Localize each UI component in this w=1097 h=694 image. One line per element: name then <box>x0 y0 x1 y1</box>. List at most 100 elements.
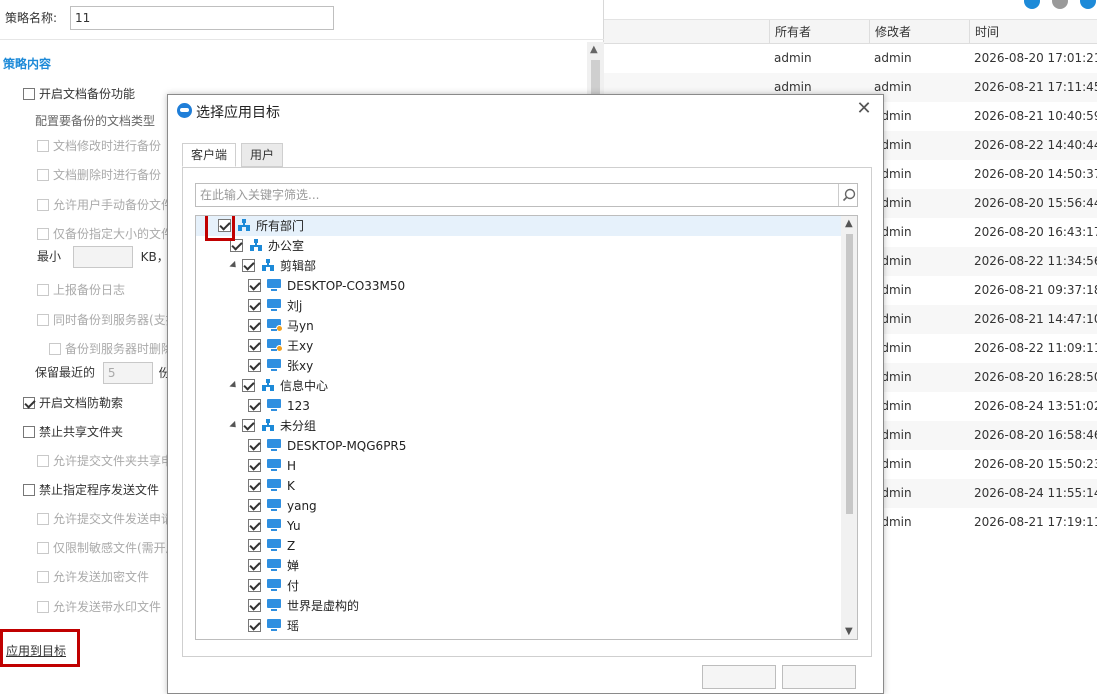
block-program-send-option[interactable]: 禁止指定程序发送文件 <box>23 481 159 498</box>
scroll-up-icon[interactable]: ▲ <box>590 44 598 55</box>
tree-client-node[interactable]: H <box>248 456 296 476</box>
tree-checkbox[interactable] <box>248 399 261 412</box>
manual-backup-option[interactable]: 允许用户手动备份文件 <box>37 196 173 213</box>
tree-client-node[interactable]: Yu <box>248 516 301 536</box>
tree-checkbox[interactable] <box>242 419 255 432</box>
tree-client-node[interactable]: 刘j <box>248 296 302 316</box>
tree-client-node[interactable]: 婵 <box>248 556 299 576</box>
tree-checkbox[interactable] <box>248 319 261 332</box>
checkbox[interactable] <box>37 199 49 211</box>
keep-recent-row: 保留最近的 5 份 <box>35 362 171 384</box>
option-label: 仅备份指定大小的文件 <box>53 227 174 241</box>
scroll-down-icon[interactable]: ▼ <box>845 626 853 637</box>
backup-on-delete-option[interactable]: 文档删除时进行备份 <box>37 166 161 183</box>
scroll-thumb[interactable] <box>846 234 853 514</box>
checkbox[interactable] <box>23 397 35 409</box>
checkbox[interactable] <box>37 571 49 583</box>
tab-user[interactable]: 用户 <box>241 143 284 167</box>
tree-client-node[interactable]: 王xy <box>248 336 313 356</box>
tree-checkbox[interactable] <box>248 579 261 592</box>
tree-checkbox[interactable] <box>242 379 255 392</box>
share-request-option[interactable]: 允许提交文件夹共享申 <box>37 452 173 469</box>
checkbox[interactable] <box>37 228 49 240</box>
tab-client[interactable]: 客户端 <box>182 143 237 167</box>
checkbox[interactable] <box>23 484 35 496</box>
sensitive-only-option[interactable]: 仅限制敏感文件(需开启 <box>37 539 178 556</box>
search-button[interactable] <box>838 184 858 206</box>
checkbox[interactable] <box>49 343 61 355</box>
tree-client-node[interactable]: 世界是虚构的 <box>248 596 359 616</box>
apply-to-target-button[interactable]: 应用到目标 <box>0 629 80 667</box>
tree-checkbox[interactable] <box>248 299 261 312</box>
tree-client-node[interactable]: DESKTOP-MQG6PR5 <box>248 436 406 456</box>
tree-node-label: 所有部门 <box>256 219 305 233</box>
tree-client-node[interactable]: 瑶 <box>248 616 299 636</box>
tree-checkbox[interactable] <box>248 439 261 452</box>
tree-checkbox[interactable] <box>248 339 261 352</box>
server-backup-option[interactable]: 同时备份到服务器(支持 <box>37 311 178 328</box>
keep-count-input[interactable]: 5 <box>102 362 153 384</box>
tree-checkbox[interactable] <box>248 499 261 512</box>
checkbox[interactable] <box>37 601 49 613</box>
column-time[interactable]: 时间 <box>969 20 1097 44</box>
column-modifier[interactable]: 修改者 <box>869 20 969 44</box>
tree-department-node[interactable]: 信息中心 <box>229 376 328 396</box>
checkbox[interactable] <box>37 169 49 181</box>
min-size-input[interactable] <box>72 246 133 268</box>
tree-checkbox[interactable] <box>248 519 261 532</box>
server-delete-option[interactable]: 备份到服务器时删除 <box>49 340 173 357</box>
checkbox[interactable] <box>37 284 49 296</box>
checkbox[interactable] <box>37 314 49 326</box>
backup-on-modify-option[interactable]: 文档修改时进行备份 <box>37 137 161 154</box>
time-cell: 2026-08-21 17:19:11 <box>974 515 1097 529</box>
tree-client-node[interactable]: 马yn <box>248 316 314 336</box>
table-row[interactable]: admin admin 2026-08-20 17:01:21 <box>604 44 1097 73</box>
filter-input[interactable] <box>196 184 836 206</box>
tree-checkbox[interactable] <box>248 559 261 572</box>
checkbox[interactable] <box>37 513 49 525</box>
enable-backup-option[interactable]: 开启文档备份功能 <box>23 85 135 102</box>
column-owner[interactable]: 所有者 <box>769 20 869 44</box>
checkbox[interactable] <box>37 140 49 152</box>
disable-share-option[interactable]: 禁止共享文件夹 <box>23 423 123 440</box>
tree-checkbox[interactable] <box>248 459 261 472</box>
tree-client-node[interactable]: 123 <box>248 396 310 416</box>
tree-client-node[interactable]: K <box>248 476 295 496</box>
tree-checkbox[interactable] <box>248 599 261 612</box>
anti-ransom-option[interactable]: 开启文档防勒索 <box>23 394 123 411</box>
owner-cell: admin <box>774 51 812 65</box>
expand-icon[interactable] <box>229 420 239 431</box>
tree-client-node[interactable]: yang <box>248 496 317 516</box>
expand-icon[interactable] <box>229 380 239 391</box>
info-icon[interactable] <box>1052 0 1068 9</box>
send-request-option[interactable]: 允许提交文件发送申请 <box>37 510 173 527</box>
close-icon[interactable]: ✕ <box>854 99 874 119</box>
tree-checkbox[interactable] <box>248 359 261 372</box>
strategy-name-input[interactable] <box>70 6 334 30</box>
report-log-option[interactable]: 上报备份日志 <box>37 281 125 298</box>
tree-checkbox[interactable] <box>248 539 261 552</box>
tree-department-node[interactable]: 剪辑部 <box>229 256 316 276</box>
refresh-icon[interactable] <box>1080 0 1096 9</box>
checkbox[interactable] <box>37 455 49 467</box>
tree-scrollbar[interactable]: ▲ ▼ <box>841 216 857 639</box>
tree-checkbox[interactable] <box>242 259 255 272</box>
checkbox[interactable] <box>23 426 35 438</box>
tree-checkbox[interactable] <box>248 279 261 292</box>
expand-icon[interactable] <box>229 260 239 271</box>
settings-icon[interactable] <box>1024 0 1040 9</box>
send-encrypted-option[interactable]: 允许发送加密文件 <box>37 568 149 585</box>
tree-client-node[interactable]: 张xy <box>248 356 313 376</box>
checkbox[interactable] <box>23 88 35 100</box>
size-limit-option[interactable]: 仅备份指定大小的文件 <box>37 225 173 242</box>
tree-department-node[interactable]: 办公室 <box>230 236 304 256</box>
tree-client-node[interactable]: 付 <box>248 576 299 596</box>
scroll-up-icon[interactable]: ▲ <box>845 218 853 229</box>
send-watermark-option[interactable]: 允许发送带水印文件 <box>37 598 161 615</box>
tree-client-node[interactable]: Z <box>248 536 295 556</box>
tree-client-node[interactable]: DESKTOP-CO33M50 <box>248 276 405 296</box>
checkbox[interactable] <box>37 542 49 554</box>
tree-department-node[interactable]: 未分组 <box>229 416 316 436</box>
tree-checkbox[interactable] <box>248 479 261 492</box>
tree-checkbox[interactable] <box>248 619 261 632</box>
